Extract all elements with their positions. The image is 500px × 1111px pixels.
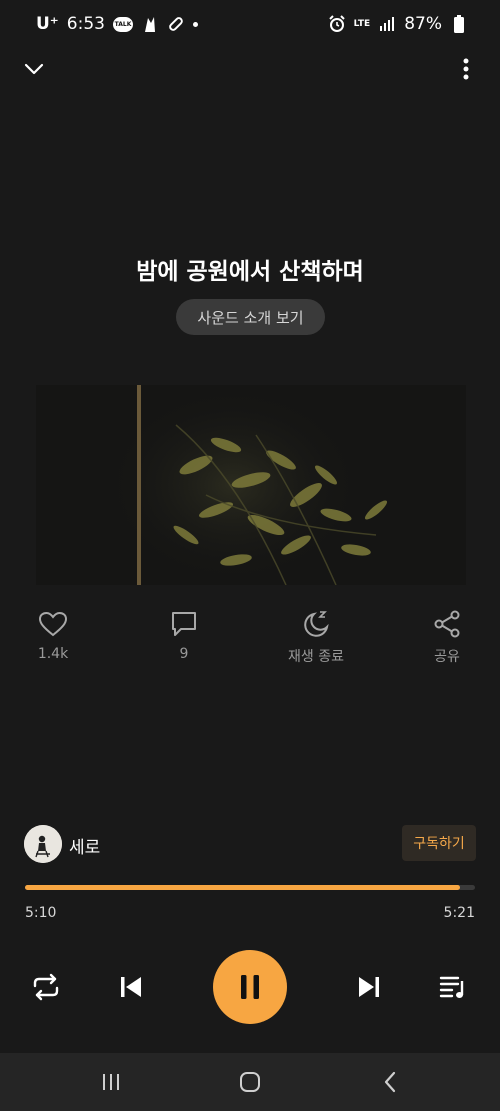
carrier-label: U⁺ — [36, 14, 59, 34]
track-artwork — [36, 385, 466, 585]
comment-count: 9 — [179, 646, 189, 662]
comment-button[interactable]: 9 — [144, 610, 224, 662]
skip-previous-icon — [121, 977, 141, 997]
app-notification-icon — [141, 15, 159, 33]
sleep-timer-button[interactable]: 재생 종료 — [276, 610, 356, 666]
share-icon — [434, 610, 460, 638]
progress-bar[interactable] — [25, 885, 475, 890]
back-chevron-icon — [384, 1071, 396, 1093]
back-button[interactable] — [373, 1065, 407, 1099]
heart-icon — [38, 611, 68, 637]
more-vertical-icon — [463, 58, 469, 80]
skip-next-icon — [359, 977, 379, 997]
share-button[interactable]: 공유 — [407, 610, 487, 666]
repeat-button[interactable] — [27, 968, 65, 1006]
pause-button[interactable] — [213, 950, 287, 1024]
collapse-button[interactable] — [14, 49, 54, 89]
battery-icon — [450, 15, 468, 33]
elapsed-time: 5:10 — [25, 905, 57, 921]
signal-icon — [378, 15, 396, 33]
status-bar: U⁺ 6:53 TALK LTE 87% — [0, 0, 500, 52]
more-notifications-dot — [192, 21, 198, 27]
pause-icon — [241, 975, 259, 999]
more-options-button[interactable] — [446, 49, 486, 89]
comment-icon — [172, 612, 196, 636]
playlist-button[interactable] — [434, 968, 472, 1006]
like-count: 1.4k — [37, 646, 69, 662]
alarm-icon — [328, 15, 346, 33]
share-label: 공유 — [434, 649, 460, 665]
kakaotalk-icon: TALK — [112, 16, 133, 32]
like-button[interactable]: 1.4k — [13, 610, 93, 662]
progress-fill — [25, 885, 460, 890]
previous-button[interactable] — [112, 968, 150, 1006]
home-button[interactable] — [233, 1065, 267, 1099]
sound-intro-button[interactable]: 사운드 소개 보기 — [176, 299, 325, 335]
network-type: LTE — [353, 19, 371, 29]
repeat-icon — [33, 973, 59, 1001]
next-button[interactable] — [350, 968, 388, 1006]
moon-sleep-icon — [304, 611, 329, 637]
system-navigation-bar — [0, 1053, 500, 1111]
total-time: 5:21 — [443, 905, 475, 921]
artist-avatar[interactable] — [24, 825, 62, 863]
track-title: 밤에 공원에서 산책하며 — [136, 259, 364, 285]
subscribe-button[interactable]: 구독하기 — [402, 825, 476, 861]
link-icon — [167, 15, 185, 33]
clock: 6:53 — [66, 14, 105, 34]
chevron-down-icon — [24, 63, 44, 75]
sleep-timer-label: 재생 종료 — [288, 649, 344, 665]
battery-percent: 87% — [404, 14, 442, 34]
playlist-icon — [439, 976, 464, 998]
recent-apps-button[interactable] — [94, 1065, 128, 1099]
recent-apps-icon — [103, 1074, 119, 1090]
artist-name[interactable]: 세로 — [69, 833, 100, 858]
home-icon — [240, 1072, 260, 1092]
